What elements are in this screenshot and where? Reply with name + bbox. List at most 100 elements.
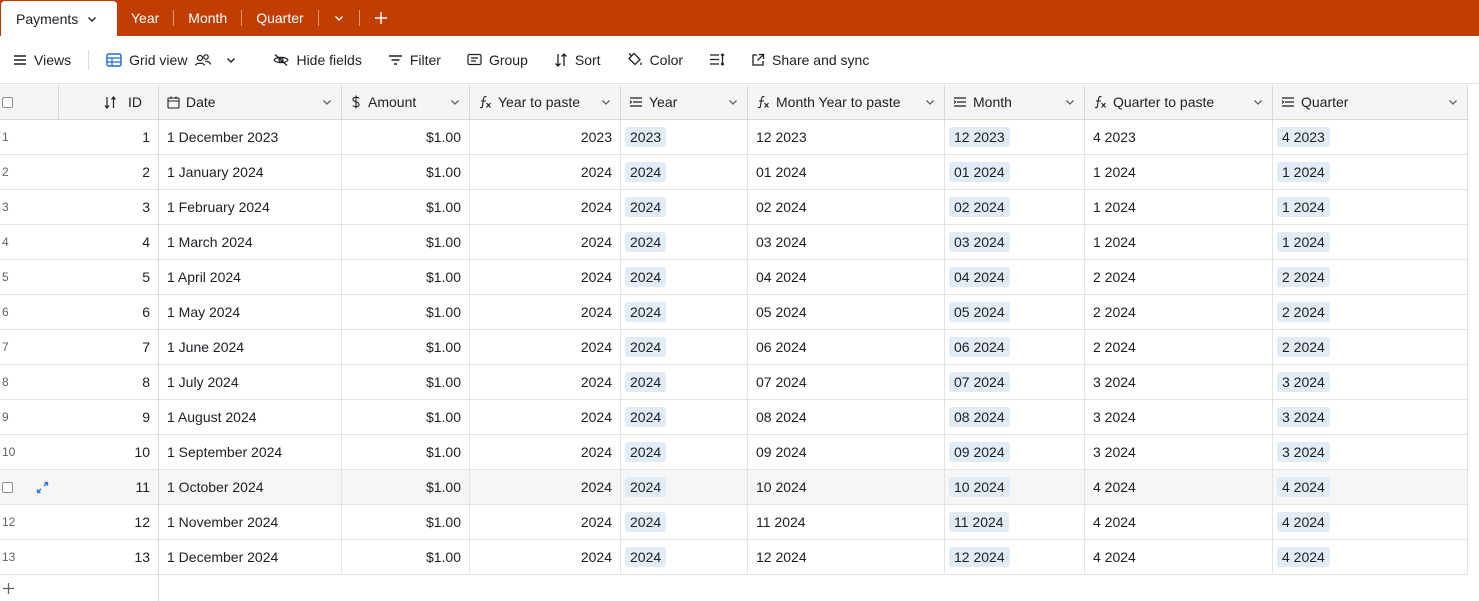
cell-quarter-to-paste[interactable]: 2 2024 <box>1085 330 1273 364</box>
row-number[interactable]: 4 <box>0 225 59 259</box>
cell-month-year-to-paste[interactable]: 09 2024 <box>748 435 945 469</box>
column-header-quarter-to-paste[interactable]: Quarter to paste <box>1085 85 1273 119</box>
add-record-plus-icon[interactable] <box>2 582 15 598</box>
chevron-down-icon[interactable] <box>321 96 333 108</box>
cell-amount[interactable]: $1.00 <box>342 120 470 154</box>
cell-id[interactable]: 10 <box>59 435 159 469</box>
hide-fields-button[interactable]: Hide fields <box>260 36 374 83</box>
cell-year[interactable]: 2024 <box>621 260 748 294</box>
row-height-button[interactable] <box>696 36 738 83</box>
cell-date[interactable]: 1 September 2024 <box>159 435 342 469</box>
cell-amount[interactable]: $1.00 <box>342 225 470 259</box>
cell-month[interactable]: 12 2023 <box>945 120 1085 154</box>
cell-month[interactable]: 06 2024 <box>945 330 1085 364</box>
cell-year[interactable]: 2024 <box>621 365 748 399</box>
cell-year[interactable]: 2024 <box>621 225 748 259</box>
cell-year-to-paste[interactable]: 2024 <box>470 400 621 434</box>
group-button[interactable]: Group <box>454 36 541 83</box>
cell-month-year-to-paste[interactable]: 07 2024 <box>748 365 945 399</box>
tab-year[interactable]: Year <box>117 0 173 36</box>
cell-year[interactable]: 2024 <box>621 470 748 504</box>
row-number[interactable]: 1 <box>0 120 59 154</box>
cell-year[interactable]: 2024 <box>621 155 748 189</box>
cell-quarter-to-paste[interactable]: 2 2024 <box>1085 295 1273 329</box>
row-number[interactable]: 3 <box>0 190 59 224</box>
cell-date[interactable]: 1 December 2023 <box>159 120 342 154</box>
cell-quarter[interactable]: 3 2024 <box>1273 400 1468 434</box>
cell-month[interactable]: 02 2024 <box>945 190 1085 224</box>
cell-year-to-paste[interactable]: 2024 <box>470 155 621 189</box>
cell-quarter[interactable]: 4 2024 <box>1273 505 1468 539</box>
cell-quarter-to-paste[interactable]: 4 2023 <box>1085 120 1273 154</box>
cell-amount[interactable]: $1.00 <box>342 190 470 224</box>
cell-year-to-paste[interactable]: 2024 <box>470 470 621 504</box>
cell-quarter-to-paste[interactable]: 2 2024 <box>1085 260 1273 294</box>
select-all-checkbox[interactable] <box>2 96 13 108</box>
cell-amount[interactable]: $1.00 <box>342 505 470 539</box>
cell-quarter-to-paste[interactable]: 3 2024 <box>1085 400 1273 434</box>
table-row[interactable]: 4 4 1 March 2024 $1.00 2024 2024 03 2024… <box>0 225 1468 260</box>
cell-amount[interactable]: $1.00 <box>342 365 470 399</box>
cell-quarter-to-paste[interactable]: 4 2024 <box>1085 505 1273 539</box>
cell-quarter[interactable]: 1 2024 <box>1273 190 1468 224</box>
views-button[interactable]: Views <box>0 36 84 83</box>
table-row[interactable]: 6 6 1 May 2024 $1.00 2024 2024 05 2024 0… <box>0 295 1468 330</box>
filter-button[interactable]: Filter <box>375 36 454 83</box>
row-number[interactable]: 7 <box>0 330 59 364</box>
cell-year[interactable]: 2024 <box>621 400 748 434</box>
chevron-down-icon[interactable] <box>449 96 461 108</box>
cell-year[interactable]: 2024 <box>621 505 748 539</box>
cell-year-to-paste[interactable]: 2024 <box>470 330 621 364</box>
row-number[interactable] <box>0 470 59 504</box>
sort-button[interactable]: Sort <box>541 36 614 83</box>
cell-month[interactable]: 01 2024 <box>945 155 1085 189</box>
cell-month-year-to-paste[interactable]: 08 2024 <box>748 400 945 434</box>
cell-month[interactable]: 08 2024 <box>945 400 1085 434</box>
chevron-down-icon[interactable] <box>86 13 98 25</box>
cell-quarter[interactable]: 2 2024 <box>1273 260 1468 294</box>
chevron-down-icon[interactable] <box>924 96 936 108</box>
cell-amount[interactable]: $1.00 <box>342 155 470 189</box>
cell-month-year-to-paste[interactable]: 11 2024 <box>748 505 945 539</box>
row-number[interactable]: 2 <box>0 155 59 189</box>
cell-amount[interactable]: $1.00 <box>342 295 470 329</box>
chevron-down-icon[interactable] <box>225 54 237 66</box>
cell-month[interactable]: 09 2024 <box>945 435 1085 469</box>
column-header-id[interactable]: ID <box>59 85 159 119</box>
cell-quarter[interactable]: 2 2024 <box>1273 330 1468 364</box>
cell-amount[interactable]: $1.00 <box>342 330 470 364</box>
expand-record-icon[interactable] <box>36 481 49 497</box>
cell-year[interactable]: 2024 <box>621 295 748 329</box>
column-header-date[interactable]: Date <box>159 85 342 119</box>
cell-id[interactable]: 1 <box>59 120 159 154</box>
cell-amount[interactable]: $1.00 <box>342 260 470 294</box>
cell-quarter[interactable]: 2 2024 <box>1273 295 1468 329</box>
row-number[interactable]: 10 <box>0 435 59 469</box>
table-row[interactable]: 2 2 1 January 2024 $1.00 2024 2024 01 20… <box>0 155 1468 190</box>
select-all-cell[interactable] <box>0 85 59 119</box>
cell-id[interactable]: 6 <box>59 295 159 329</box>
cell-year-to-paste[interactable]: 2024 <box>470 190 621 224</box>
cell-id[interactable]: 9 <box>59 400 159 434</box>
table-row[interactable]: 13 13 1 December 2024 $1.00 2024 2024 12… <box>0 540 1468 575</box>
cell-date[interactable]: 1 May 2024 <box>159 295 342 329</box>
cell-year[interactable]: 2024 <box>621 435 748 469</box>
cell-id[interactable]: 12 <box>59 505 159 539</box>
cell-year-to-paste[interactable]: 2024 <box>470 225 621 259</box>
row-number[interactable]: 13 <box>0 540 59 574</box>
cell-year-to-paste[interactable]: 2024 <box>470 505 621 539</box>
cell-month[interactable]: 11 2024 <box>945 505 1085 539</box>
row-number[interactable]: 5 <box>0 260 59 294</box>
cell-date[interactable]: 1 November 2024 <box>159 505 342 539</box>
cell-month-year-to-paste[interactable]: 06 2024 <box>748 330 945 364</box>
cell-month-year-to-paste[interactable]: 10 2024 <box>748 470 945 504</box>
cell-amount[interactable]: $1.00 <box>342 470 470 504</box>
cell-id[interactable]: 5 <box>59 260 159 294</box>
tab-payments[interactable]: Payments <box>1 1 117 36</box>
cell-id[interactable]: 2 <box>59 155 159 189</box>
column-header-year-to-paste[interactable]: Year to paste <box>470 85 621 119</box>
cell-month-year-to-paste[interactable]: 01 2024 <box>748 155 945 189</box>
table-row[interactable]: 3 3 1 February 2024 $1.00 2024 2024 02 2… <box>0 190 1468 225</box>
cell-year-to-paste[interactable]: 2023 <box>470 120 621 154</box>
cell-quarter-to-paste[interactable]: 1 2024 <box>1085 190 1273 224</box>
